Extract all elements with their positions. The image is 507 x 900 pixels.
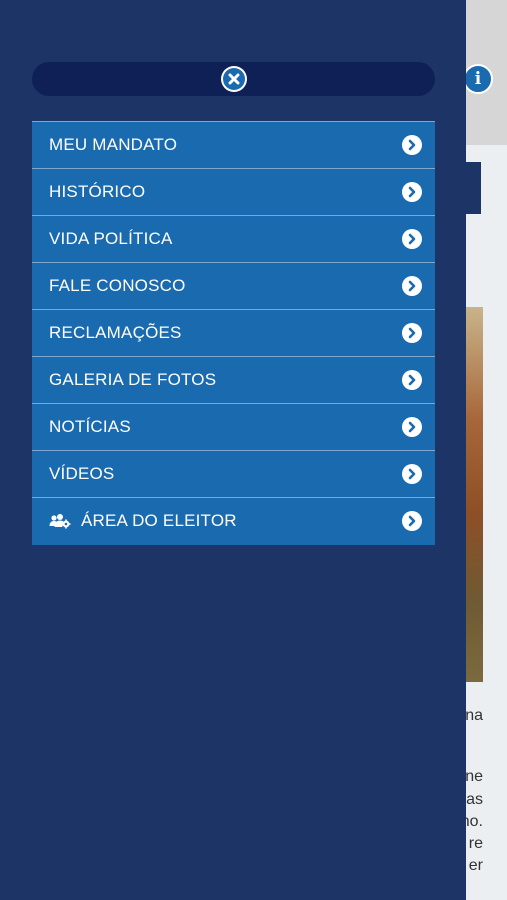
menu-item-label: RECLAMAÇÕES — [49, 323, 182, 342]
chevron-right-icon — [402, 464, 422, 484]
menu-item-galeria-de-fotos[interactable]: GALERIA DE FOTOS — [32, 356, 435, 403]
main-menu: MEU MANDATO HISTÓRICO VIDA POLÍTICA FALE… — [32, 121, 435, 545]
app-screen: i na ne as no. re er MEU MANDATO HISTÓRI… — [0, 0, 507, 900]
menu-item-label: NOTÍCIAS — [49, 417, 131, 436]
menu-item-reclamacoes[interactable]: RECLAMAÇÕES — [32, 309, 435, 356]
menu-item-label: FALE CONOSCO — [49, 276, 186, 295]
menu-item-label: MEU MANDATO — [49, 135, 178, 154]
chevron-right-icon — [402, 323, 422, 343]
chevron-right-icon — [402, 417, 422, 437]
info-icon[interactable]: i — [463, 64, 493, 94]
menu-item-label: VIDA POLÍTICA — [49, 229, 173, 248]
menu-item-meu-mandato[interactable]: MEU MANDATO — [32, 121, 435, 168]
menu-item-videos[interactable]: VÍDEOS — [32, 450, 435, 497]
menu-item-fale-conosco[interactable]: FALE CONOSCO — [32, 262, 435, 309]
chevron-right-icon — [402, 511, 422, 531]
menu-item-noticias[interactable]: NOTÍCIAS — [32, 403, 435, 450]
chevron-right-icon — [402, 370, 422, 390]
menu-item-label: HISTÓRICO — [49, 182, 146, 201]
close-icon[interactable] — [220, 66, 247, 92]
users-gear-icon — [49, 513, 71, 529]
close-menu-button[interactable] — [32, 62, 435, 96]
chevron-right-icon — [402, 135, 422, 155]
navigation-drawer: MEU MANDATO HISTÓRICO VIDA POLÍTICA FALE… — [0, 0, 466, 900]
menu-item-historico[interactable]: HISTÓRICO — [32, 168, 435, 215]
chevron-right-icon — [402, 276, 422, 296]
menu-item-label: ÁREA DO ELEITOR — [81, 511, 237, 530]
menu-item-vida-politica[interactable]: VIDA POLÍTICA — [32, 215, 435, 262]
menu-item-label: VÍDEOS — [49, 464, 115, 483]
chevron-right-icon — [402, 182, 422, 202]
menu-item-label: GALERIA DE FOTOS — [49, 370, 217, 389]
chevron-right-icon — [402, 229, 422, 249]
menu-item-area-do-eleitor[interactable]: ÁREA DO ELEITOR — [32, 497, 435, 545]
